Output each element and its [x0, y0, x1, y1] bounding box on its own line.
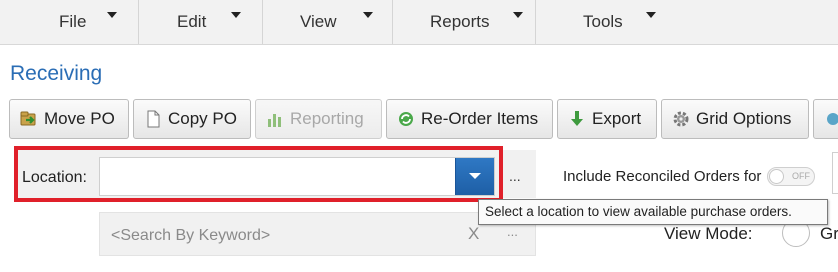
- copy-po-label: Copy PO: [168, 109, 237, 128]
- menu-file-label: File: [59, 12, 87, 31]
- re-order-items-label: Re-Order Items: [421, 109, 539, 128]
- search-clear-button[interactable]: X: [468, 224, 479, 244]
- menu-reports[interactable]: Reports: [393, 0, 536, 44]
- menu-bar: File Edit View Reports Tools: [0, 0, 838, 45]
- move-po-icon: [20, 111, 36, 126]
- menu-file[interactable]: File: [0, 0, 139, 44]
- include-reconciled-toggle[interactable]: OFF: [767, 167, 815, 186]
- view-mode-label: View Mode:: [664, 224, 753, 243]
- menu-tools-label: Tools: [583, 12, 623, 31]
- export-label: Export: [592, 109, 642, 128]
- page-title: Receiving: [10, 62, 103, 85]
- move-po-label: Move PO: [44, 109, 115, 128]
- location-highlight: [14, 146, 503, 202]
- chevron-down-icon: [513, 12, 523, 18]
- include-reconciled-label: Include Reconciled Orders for: [563, 168, 762, 185]
- toggle-state: OFF: [792, 171, 810, 181]
- download-arrow-icon: [571, 111, 583, 126]
- chevron-down-icon: [231, 12, 241, 18]
- menu-edit-label: Edit: [177, 12, 207, 31]
- menu-edit[interactable]: Edit: [139, 0, 263, 44]
- toolbar-overflow-button[interactable]: [813, 99, 838, 139]
- chevron-down-icon: [363, 12, 373, 18]
- menu-view-label: View: [300, 12, 337, 31]
- export-button[interactable]: Export: [557, 99, 657, 139]
- chevron-down-icon: [646, 12, 656, 18]
- copy-po-button[interactable]: Copy PO: [133, 99, 251, 139]
- document-icon: [147, 110, 160, 128]
- refresh-icon: [827, 113, 838, 125]
- bar-chart-icon: [268, 114, 281, 127]
- re-order-items-button[interactable]: Re-Order Items: [386, 99, 553, 139]
- reporting-button[interactable]: Reporting: [255, 99, 382, 139]
- menu-reports-label: Reports: [430, 12, 490, 31]
- view-mode-option-label: Gr: [820, 224, 838, 243]
- reporting-label: Reporting: [290, 109, 364, 128]
- recycle-icon: [399, 112, 413, 126]
- menu-tools[interactable]: Tools: [536, 0, 838, 44]
- toggle-knob: [769, 169, 784, 184]
- chevron-down-icon: [107, 12, 117, 18]
- move-po-button[interactable]: Move PO: [9, 99, 129, 139]
- search-more-button[interactable]: ...: [507, 224, 518, 239]
- location-more-button[interactable]: ...: [509, 168, 521, 184]
- search-input[interactable]: <Search By Keyword>: [111, 227, 270, 245]
- gear-icon: [673, 111, 689, 127]
- grid-options-label: Grid Options: [696, 109, 792, 128]
- reconciled-period-field[interactable]: [832, 152, 838, 194]
- location-tooltip: Select a location to view available purc…: [478, 199, 828, 225]
- menu-view[interactable]: View: [263, 0, 393, 44]
- grid-options-button[interactable]: Grid Options: [661, 99, 809, 139]
